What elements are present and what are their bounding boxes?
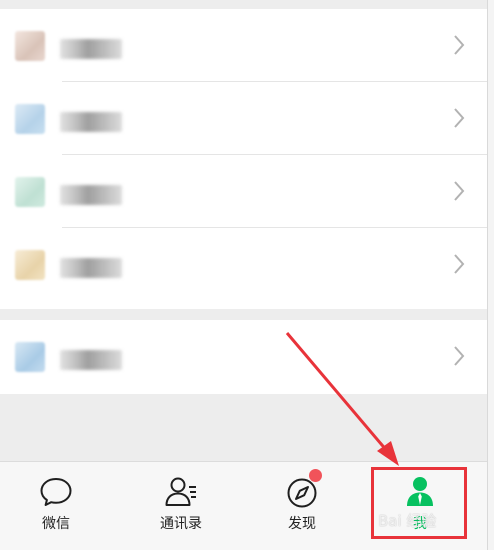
blurred-icon-2 [15,104,45,134]
tab-label-contacts: 通讯录 [160,516,202,532]
menu-group-1 [0,9,488,309]
menu-item-label [60,112,122,132]
menu-item-2[interactable] [0,82,488,155]
menu-item-1[interactable] [0,9,488,82]
blurred-icon-5 [15,342,45,372]
menu-item-label [60,258,122,278]
bottom-tab-bar: 微信 通讯录 发现 我 [0,461,488,550]
wechat-me-screen: 微信 通讯录 发现 我 [0,0,488,550]
menu-item-3[interactable] [0,155,488,228]
tab-discover[interactable]: 发现 [246,462,358,550]
chevron-right-icon [454,108,465,128]
chevron-right-icon [454,181,465,201]
tab-contacts[interactable]: 通讯录 [125,462,237,550]
contacts-icon [165,477,196,506]
watermark: Bai 经验 [378,512,437,530]
blurred-icon-1 [15,31,45,61]
window-edge [487,0,494,550]
chevron-right-icon [454,346,465,366]
person-icon [407,477,433,506]
empty-background-area [0,394,488,461]
notification-badge [309,469,322,482]
tab-label-discover: 发现 [288,516,316,532]
menu-item-label [60,39,122,59]
chat-bubble-icon [40,478,72,506]
menu-item-4[interactable] [0,228,488,301]
menu-group-2 [0,320,488,394]
tab-chats[interactable]: 微信 [0,462,112,550]
top-spacer [0,0,488,9]
menu-item-label [60,350,122,370]
blurred-icon-4 [15,250,45,280]
tab-me[interactable]: 我 [364,462,476,550]
menu-item-5[interactable] [0,320,488,393]
chevron-right-icon [454,254,465,274]
blurred-icon-3 [15,177,45,207]
chevron-right-icon [454,35,465,55]
menu-item-label [60,185,122,205]
tab-label-chats: 微信 [42,516,70,532]
